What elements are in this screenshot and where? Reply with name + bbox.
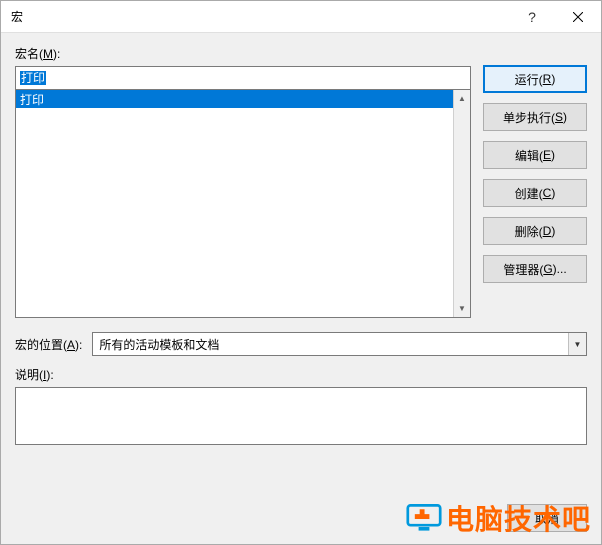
cancel-button[interactable]: 取消 [507, 504, 587, 532]
edit-button[interactable]: 编辑(E) [483, 141, 587, 169]
left-column: 宏名(M): 打印 打印 ▲ ▼ [15, 45, 471, 318]
dialog-content: 宏名(M): 打印 打印 ▲ ▼ 运行(R) [1, 33, 601, 544]
macro-dialog: 宏 ? 宏名(M): 打印 打印 ▲ [0, 0, 602, 545]
titlebar-buttons: ? [509, 1, 601, 32]
close-icon [573, 12, 583, 22]
scrollbar[interactable]: ▲ ▼ [453, 90, 470, 317]
window-title: 宏 [11, 8, 509, 25]
footer: 取消 [15, 494, 587, 532]
macro-name-label: 宏名(M): [15, 45, 471, 62]
description-box[interactable] [15, 387, 587, 445]
location-row: 宏的位置(A): 所有的活动模板和文档 ▼ [15, 332, 587, 356]
close-button[interactable] [555, 1, 601, 32]
chevron-down-icon: ▼ [568, 333, 586, 355]
description-label: 说明(I): [15, 366, 587, 383]
scroll-up-icon[interactable]: ▲ [454, 90, 470, 107]
location-label: 宏的位置(A): [15, 336, 82, 353]
macro-name-input[interactable]: 打印 [15, 66, 471, 90]
help-button[interactable]: ? [509, 1, 555, 32]
location-value: 所有的活动模板和文档 [93, 336, 568, 353]
create-button[interactable]: 创建(C) [483, 179, 587, 207]
macro-list-wrapper: 打印 ▲ ▼ [15, 90, 471, 318]
run-button[interactable]: 运行(R) [483, 65, 587, 93]
macro-list[interactable]: 打印 [16, 90, 453, 317]
scroll-down-icon[interactable]: ▼ [454, 300, 470, 317]
right-column: 运行(R) 单步执行(S) 编辑(E) 创建(C) 删除(D) 管理器(G)..… [483, 45, 587, 318]
location-dropdown[interactable]: 所有的活动模板和文档 ▼ [92, 332, 587, 356]
step-button[interactable]: 单步执行(S) [483, 103, 587, 131]
top-row: 宏名(M): 打印 打印 ▲ ▼ 运行(R) [15, 45, 587, 318]
titlebar: 宏 ? [1, 1, 601, 33]
macro-name-text: 打印 [20, 71, 46, 85]
delete-button[interactable]: 删除(D) [483, 217, 587, 245]
list-item[interactable]: 打印 [16, 90, 453, 108]
organizer-button[interactable]: 管理器(G)... [483, 255, 587, 283]
